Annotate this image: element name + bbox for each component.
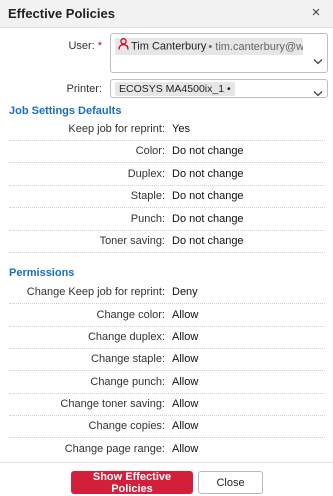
job-settings-section-title: Job Settings Defaults (9, 105, 122, 117)
user-chip[interactable]: Tim Canterbury• tim.canterbury@werner (115, 38, 303, 55)
permission-label: Change color: (96, 309, 166, 321)
permission-row: Change color: Allow (9, 305, 325, 327)
permission-row: Change staple: Allow (9, 349, 325, 371)
policy-row: Duplex: Do not change (9, 164, 325, 186)
dialog-titlebar: Effective Policies × (0, 0, 333, 28)
permission-value: Allow (172, 331, 199, 343)
user-email: • tim.canterbury@werner (208, 40, 303, 53)
policy-row: Punch: Do not change (9, 209, 325, 231)
policy-label: Keep job for reprint: (68, 123, 165, 135)
permission-label: Change page range: (64, 443, 165, 455)
permission-row: Change copies: Allow (9, 416, 325, 438)
policy-label: Duplex: (127, 168, 165, 180)
permission-label: Change duplex: (87, 331, 165, 343)
policy-label: Punch: (130, 213, 165, 225)
permission-label: Change copies: (88, 420, 165, 432)
policy-value: Do not change (172, 145, 244, 157)
chevron-down-icon[interactable] (313, 52, 323, 70)
person-icon (118, 38, 129, 55)
policy-value: Do not change (172, 235, 244, 247)
printer-field-label: Printer: (66, 83, 102, 95)
printer-chip[interactable]: ECOSYS MA4500ix_1 • (115, 82, 235, 96)
permission-label: Change staple: (91, 353, 165, 365)
user-select[interactable]: Tim Canterbury• tim.canterbury@werner (110, 33, 328, 73)
permission-value: Allow (172, 398, 199, 410)
close-icon[interactable]: × (308, 5, 324, 21)
permission-value: Allow (172, 309, 199, 321)
policy-value: Do not change (172, 168, 244, 180)
permission-label: Change Keep job for reprint: (26, 286, 165, 298)
policy-row: Keep job for reprint: Yes (9, 119, 325, 141)
permission-row: Change duplex: Allow (9, 327, 325, 349)
close-button[interactable]: Close (198, 471, 263, 494)
user-field-label: User: * (40, 40, 102, 52)
policy-row: Staple: Do not change (9, 186, 325, 208)
user-label-text: User: (68, 40, 95, 52)
permission-row: Change Keep job for reprint: Deny (9, 282, 325, 304)
permission-value: Allow (172, 420, 199, 432)
policy-label: Staple: (130, 190, 165, 202)
dialog-title: Effective Policies (8, 6, 115, 21)
permissions-section-title: Permissions (9, 267, 75, 279)
policy-row: Color: Do not change (9, 141, 325, 163)
permission-value: Allow (172, 443, 199, 455)
permission-row: Change toner saving: Allow (9, 394, 325, 416)
policy-row: Toner saving: Do not change (9, 231, 325, 253)
printer-select[interactable]: ECOSYS MA4500ix_1 • (110, 79, 328, 98)
permission-value: Allow (172, 353, 199, 365)
permission-row: Change page range: Allow (9, 439, 325, 461)
permission-label: Change punch: (90, 376, 165, 388)
policy-value: Do not change (172, 190, 244, 202)
footer-divider (0, 462, 333, 463)
permission-value: Allow (172, 376, 199, 388)
user-name: Tim Canterbury (131, 40, 207, 53)
policy-label: Color: (135, 145, 165, 157)
permission-label: Change toner saving: (60, 398, 165, 410)
policy-value: Yes (172, 123, 190, 135)
policy-value: Do not change (172, 213, 244, 225)
policy-label: Toner saving: (99, 235, 165, 247)
required-marker: * (97, 40, 102, 52)
permission-row: Change punch: Allow (9, 372, 325, 394)
permission-value: Deny (172, 286, 198, 298)
show-effective-policies-button[interactable]: Show Effective Policies (71, 471, 193, 495)
chevron-down-icon[interactable] (313, 84, 323, 102)
